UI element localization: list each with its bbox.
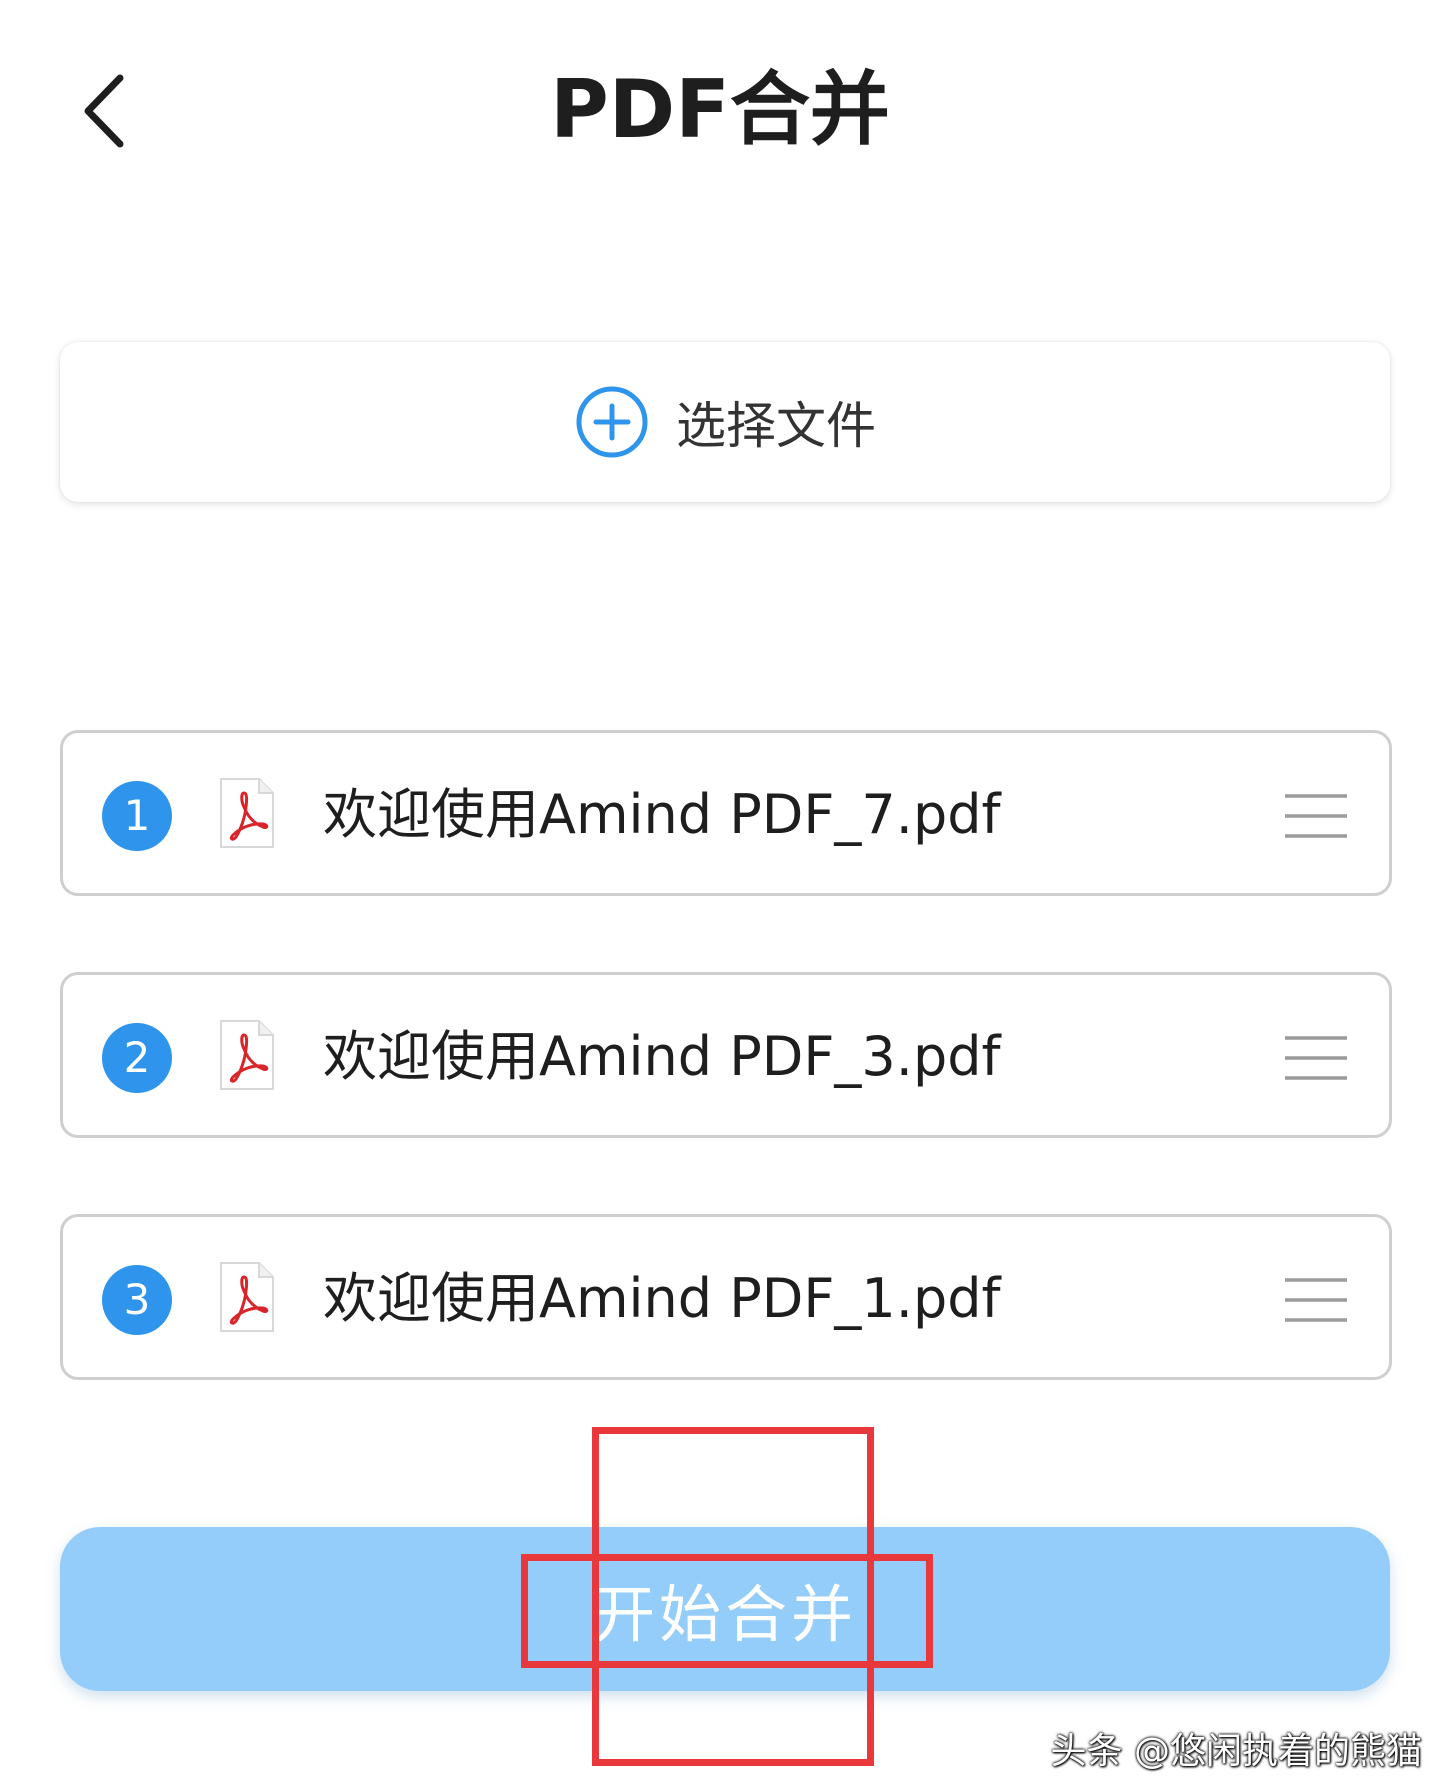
page-title: PDF合并	[550, 63, 890, 156]
file-name: 欢迎使用Amind PDF_1.pdf	[323, 1267, 1001, 1330]
start-merge-label: 开始合并	[592, 1578, 857, 1651]
file-index-badge: 3	[102, 1265, 172, 1335]
file-name: 欢迎使用Amind PDF_7.pdf	[323, 783, 1001, 846]
watermark: 头条 @悠闲执着的熊猫	[1050, 1731, 1422, 1772]
file-index-badge: 2	[102, 1023, 172, 1093]
file-list-item[interactable]: 2 欢迎使用Amind PDF_3.pdf	[60, 972, 1392, 1138]
drag-handle-icon[interactable]	[1283, 1275, 1349, 1325]
drag-handle-icon[interactable]	[1283, 791, 1349, 841]
start-merge-button[interactable]: 开始合并	[60, 1527, 1390, 1691]
select-files-button[interactable]: 选择文件	[60, 342, 1390, 502]
file-name: 欢迎使用Amind PDF_3.pdf	[323, 1025, 1001, 1088]
select-files-label: 选择文件	[676, 397, 876, 455]
pdf-file-icon	[220, 1020, 274, 1090]
file-list-item[interactable]: 1 欢迎使用Amind PDF_7.pdf	[60, 730, 1392, 896]
file-list-item[interactable]: 3 欢迎使用Amind PDF_1.pdf	[60, 1214, 1392, 1380]
plus-circle-icon	[576, 386, 648, 458]
pdf-file-icon	[220, 1262, 274, 1332]
drag-handle-icon[interactable]	[1283, 1033, 1349, 1083]
pdf-file-icon	[220, 778, 274, 848]
file-index-badge: 1	[102, 781, 172, 851]
